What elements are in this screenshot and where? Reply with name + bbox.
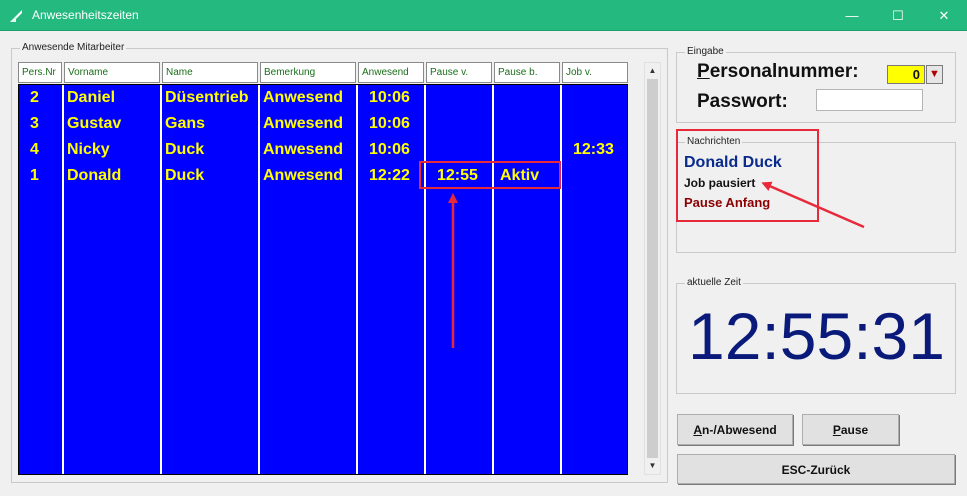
cell-vorname: Gustav bbox=[67, 115, 122, 132]
cell-pers-nr: 3 bbox=[30, 115, 39, 132]
minimize-button[interactable]: — bbox=[829, 0, 875, 31]
cell-name: Duck bbox=[165, 141, 205, 158]
scroll-up-icon[interactable]: ▲ bbox=[645, 63, 660, 79]
personalnummer-label: Personalnummer: bbox=[697, 61, 859, 83]
cell-anwesend: 10:06 bbox=[369, 89, 410, 106]
cell-vorname: Nicky bbox=[67, 141, 110, 158]
scroll-down-icon[interactable]: ▼ bbox=[645, 458, 660, 474]
title-bar: Anwesenheitszeiten — ☐ ✕ bbox=[0, 0, 967, 31]
cell-job-von: 12:33 bbox=[573, 141, 614, 158]
passwort-label: Passwort: bbox=[697, 91, 788, 112]
an-abwesend-accel: A bbox=[693, 423, 702, 437]
column-header-pause-bis[interactable]: Pause b. bbox=[494, 62, 560, 83]
table-row[interactable]: 2 Daniel Düsentrieb Anwesend 10:06 bbox=[19, 85, 627, 111]
attendance-table-header: Pers.Nr Vorname Name Bemerkung Anwesend … bbox=[18, 62, 628, 83]
cell-anwesend: 12:22 bbox=[369, 167, 410, 184]
cell-bemerkung: Anwesend bbox=[263, 167, 344, 184]
cell-pers-nr: 4 bbox=[30, 141, 39, 158]
column-header-anwesend[interactable]: Anwesend bbox=[358, 62, 424, 83]
pause-button[interactable]: Pause bbox=[802, 414, 899, 445]
column-header-vorname[interactable]: Vorname bbox=[64, 62, 160, 83]
an-abwesend-label: n-/Abwesend bbox=[702, 423, 777, 437]
attendance-table[interactable]: 2 Daniel Düsentrieb Anwesend 10:06 3 Gus… bbox=[18, 84, 628, 475]
cell-pers-nr: 2 bbox=[30, 89, 39, 106]
app-icon bbox=[10, 10, 22, 22]
cell-anwesend: 10:06 bbox=[369, 141, 410, 158]
personalnummer-label-rest: ersonalnummer: bbox=[709, 61, 859, 82]
clock-group-legend: aktuelle Zeit bbox=[685, 277, 743, 288]
pause-label: ause bbox=[840, 423, 869, 437]
table-row[interactable]: 3 Gustav Gans Anwesend 10:06 bbox=[19, 111, 627, 137]
annotation-highlight-pause bbox=[419, 161, 561, 189]
maximize-button[interactable]: ☐ bbox=[875, 0, 921, 31]
pause-accel: P bbox=[832, 423, 841, 437]
personalnummer-label-accel: P bbox=[697, 61, 710, 82]
current-time: 12:55:31 bbox=[688, 299, 945, 373]
cell-vorname: Donald bbox=[67, 167, 122, 184]
passwort-field[interactable] bbox=[816, 89, 923, 111]
cell-vorname: Daniel bbox=[67, 89, 116, 106]
cell-bemerkung: Anwesend bbox=[263, 141, 344, 158]
table-scrollbar[interactable]: ▲ ▼ bbox=[644, 62, 661, 475]
cell-anwesend: 10:06 bbox=[369, 115, 410, 132]
column-header-pause-von[interactable]: Pause v. bbox=[426, 62, 492, 83]
esc-back-button[interactable]: ESC-Zurück bbox=[677, 454, 955, 484]
close-button[interactable]: ✕ bbox=[921, 0, 967, 31]
arrow-down-icon[interactable]: ▼ bbox=[926, 65, 943, 84]
annotation-highlight-messages bbox=[676, 129, 819, 222]
column-header-pers-nr[interactable]: Pers.Nr bbox=[18, 62, 62, 83]
cell-name: Duck bbox=[165, 167, 205, 184]
cell-bemerkung: Anwesend bbox=[263, 115, 344, 132]
an-abwesend-button[interactable]: An-/Abwesend bbox=[677, 414, 793, 445]
cell-name: Gans bbox=[165, 115, 206, 132]
column-header-name[interactable]: Name bbox=[162, 62, 258, 83]
cell-bemerkung: Anwesend bbox=[263, 89, 344, 106]
cell-pers-nr: 1 bbox=[30, 167, 39, 184]
table-row[interactable]: 4 Nicky Duck Anwesend 10:06 12:33 bbox=[19, 137, 627, 163]
scrollbar-thumb[interactable] bbox=[647, 79, 658, 458]
cell-name: Düsentrieb bbox=[165, 89, 249, 106]
column-header-job-von[interactable]: Job v. bbox=[562, 62, 628, 83]
eingabe-group-legend: Eingabe bbox=[685, 46, 726, 57]
column-header-bemerkung[interactable]: Bemerkung bbox=[260, 62, 356, 83]
personalnummer-field[interactable]: 0 bbox=[887, 65, 925, 84]
window-title: Anwesenheitszeiten bbox=[32, 8, 139, 22]
attendance-group-legend: Anwesende Mitarbeiter bbox=[20, 42, 127, 53]
